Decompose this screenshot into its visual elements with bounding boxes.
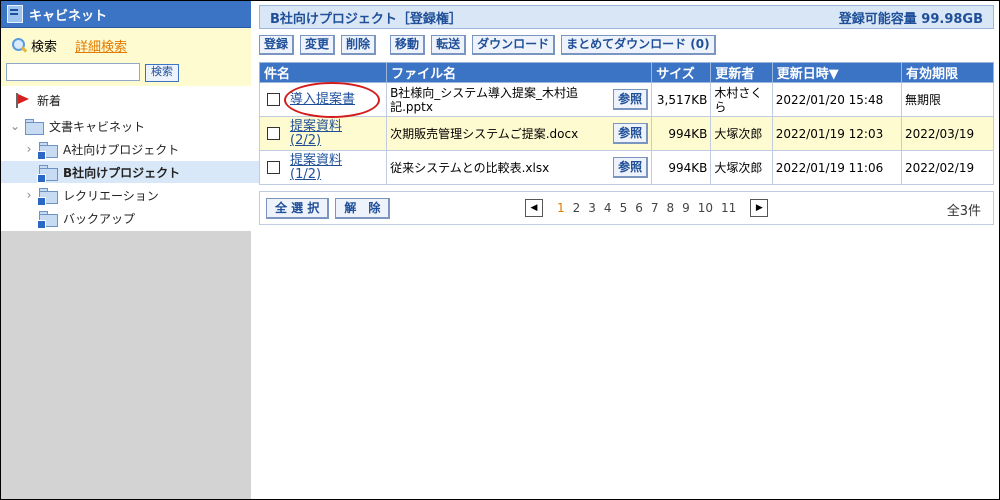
folder-icon [37,187,58,206]
tree-item-label: 新着 [37,93,62,108]
reference-button[interactable]: 参照 [613,157,649,178]
tree-item-label: 文書キャビネット [49,119,146,134]
updater: 大塚次郎 [710,116,773,151]
folder-icon [25,118,44,135]
app-window: キャビネット 検索 詳細検索 検索 新着 ⌄ 文書キャビネット › A社向けプロ… [0,0,1000,500]
expiry: 2022/03/19 [900,116,995,151]
table-footer: 全 選 択 解 除 ◀ 1 2 3 4 5 6 7 8 9 10 11 ▶ 全3… [259,191,994,225]
tree-item-label: バックアップ [63,211,136,226]
total-count: 全3件 [946,204,981,219]
chevron-right-icon[interactable]: › [23,142,35,156]
folder-title: B社向けプロジェクト［登録権］ [270,11,462,27]
folder-title-bar: B社向けプロジェクト［登録権］ 登録可能容量 99.98GB [259,5,994,29]
file-table: 件名 ファイル名 サイズ 更新者 更新日時▼ 有効期限 導入提案書 B社様向_シ… [258,62,995,185]
move-button[interactable]: 移動 [390,35,426,55]
folder-tree: 新着 ⌄ 文書キャビネット › A社向けプロジェクト B社向けプロジェクト › … [1,86,289,231]
column-header-expiry[interactable]: 有効期限 [900,62,995,83]
row-checkbox[interactable] [267,161,280,174]
column-header-updated[interactable]: 更新日時▼ [771,62,902,83]
delete-button[interactable]: 削除 [341,35,377,55]
pagination: ◀ 1 2 3 4 5 6 7 8 9 10 11 ▶ [525,199,769,217]
updated-at: 2022/01/19 11:06 [771,150,902,185]
reference-button[interactable]: 参照 [613,89,649,110]
tree-item-label: B社向けプロジェクト [63,165,181,180]
tree-item-recreation[interactable]: › レクリエーション [1,184,273,206]
page-link[interactable]: 4 [604,201,612,215]
page-link[interactable]: 11 [721,201,736,215]
column-header-size[interactable]: サイズ [651,62,712,83]
change-button[interactable]: 変更 [300,35,336,55]
expiry: 無期限 [900,82,995,117]
forward-button[interactable]: 転送 [431,35,467,55]
reference-button[interactable]: 参照 [613,123,649,144]
search-icon[interactable] [11,37,28,54]
cabinet-book-icon [7,5,23,23]
tree-item-b-project[interactable]: B社向けプロジェクト [1,161,289,183]
column-header-filename[interactable]: ファイル名 [386,62,653,83]
file-size: 994KB [651,116,712,151]
chevron-right-icon[interactable]: › [23,188,35,202]
page-link[interactable]: 6 [635,201,643,215]
page-link[interactable]: 5 [620,201,628,215]
page-link[interactable]: 10 [698,201,713,215]
page-link[interactable]: 1 [557,201,565,215]
next-page-icon[interactable]: ▶ [750,199,769,217]
search-link[interactable]: 検索 [31,36,57,55]
bulk-download-button[interactable]: まとめてダウンロード (0) [561,35,716,55]
page-link[interactable]: 3 [588,201,596,215]
file-size: 3,517KB [651,82,712,117]
folder-icon [37,141,58,160]
file-name: 次期販売管理システムご提案.docx [390,126,579,141]
advanced-search-link[interactable]: 詳細検索 [75,36,127,55]
register-button[interactable]: 登録 [259,35,295,55]
file-name: 従来システムとの比較表.xlsx [390,160,550,175]
annotation-circle [284,82,380,118]
toolbar: 登録 変更 削除 移動 転送 ダウンロード まとめてダウンロード (0) [259,33,994,57]
prev-page-icon[interactable]: ◀ [525,199,543,217]
clear-selection-button[interactable]: 解 除 [335,197,391,219]
expiry: 2022/02/19 [900,150,995,185]
updated-at: 2022/01/19 12:03 [771,116,902,151]
tree-item-backup[interactable]: バックアップ [1,207,289,229]
cabinet-title: キャビネット [29,8,108,24]
table-header-row: 件名 ファイル名 サイズ 更新者 更新日時▼ 有効期限 [258,62,995,83]
tree-item-a-project[interactable]: › A社向けプロジェクト [1,138,273,160]
row-checkbox[interactable] [267,127,280,140]
capacity-label: 登録可能容量 99.98GB [838,11,983,27]
file-title-link[interactable]: 提案資料 (2/2) [290,119,350,148]
chevron-down-icon[interactable]: ⌄ [9,119,21,133]
row-checkbox[interactable] [267,93,280,106]
page-link[interactable]: 7 [651,201,659,215]
download-button[interactable]: ダウンロード [472,35,556,55]
cabinet-sidebar: キャビネット 検索 詳細検索 検索 新着 ⌄ 文書キャビネット › A社向けプロ… [1,1,289,499]
search-button[interactable]: 検索 [145,64,179,82]
column-header-updater[interactable]: 更新者 [710,62,773,83]
folder-icon [37,210,58,229]
folder-icon [37,164,58,183]
file-name: B社様向_システム導入提案_木村追記.pptx [390,85,578,114]
column-header-title[interactable]: 件名 [258,62,388,83]
flag-icon [13,92,29,108]
select-all-button[interactable]: 全 選 択 [266,197,330,219]
search-area: 検索 詳細検索 検索 [1,28,251,86]
page-link[interactable]: 2 [573,201,581,215]
main-content: B社向けプロジェクト［登録権］ 登録可能容量 99.98GB 登録 変更 削除 … [258,5,995,225]
tree-item-root[interactable]: ⌄ 文書キャビネット [1,116,259,136]
updated-at: 2022/01/20 15:48 [771,82,902,117]
tree-item-new[interactable]: 新着 [1,90,263,110]
file-title-link[interactable]: 提案資料 (1/2) [290,153,350,182]
page-link[interactable]: 8 [666,201,674,215]
updater: 大塚次郎 [710,150,773,185]
table-row: 提案資料 (2/2) 次期販売管理システムご提案.docx 参照 994KB 大塚… [258,116,995,151]
tree-item-label: A社向けプロジェクト [63,142,180,157]
updater: 木村さくら [710,82,773,117]
search-input[interactable] [6,63,140,81]
page-link[interactable]: 9 [682,201,690,215]
file-size: 994KB [651,150,712,185]
table-row: 提案資料 (1/2) 従来システムとの比較表.xlsx 参照 994KB 大塚次郎… [258,150,995,185]
tree-item-label: レクリエーション [63,188,159,203]
cabinet-header: キャビネット [1,1,251,28]
